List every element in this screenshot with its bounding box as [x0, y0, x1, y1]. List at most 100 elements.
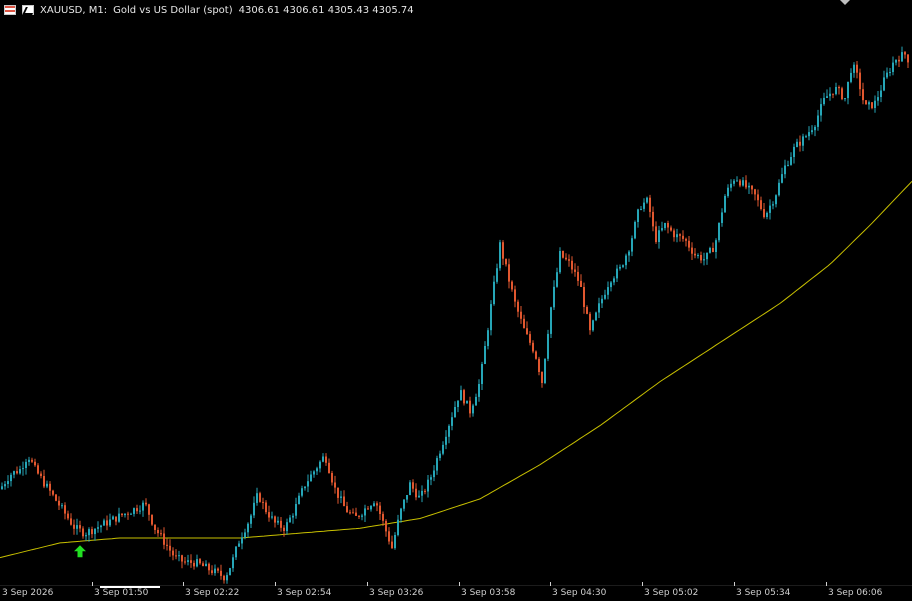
candle-body: [64, 505, 66, 514]
candle-body: [382, 513, 384, 521]
candle-body: [238, 543, 240, 547]
candle-body: [187, 560, 189, 562]
candle-body: [118, 513, 120, 522]
candle-body: [451, 417, 453, 426]
candle-body: [133, 508, 135, 514]
candle-body: [733, 180, 735, 184]
candle-body: [199, 559, 201, 564]
candle-body: [316, 468, 318, 472]
gold-icon[interactable]: [22, 5, 34, 15]
candle-body: [181, 555, 183, 562]
candle-body: [616, 268, 618, 279]
candle-body: [304, 486, 306, 489]
moving-average-layer: [0, 180, 912, 559]
candle-body: [634, 222, 636, 239]
candle-body: [394, 535, 396, 549]
time-label: 3 Sep 05:34: [736, 588, 791, 598]
candle-body: [502, 242, 504, 259]
candle-body: [259, 493, 261, 502]
candle-body: [268, 512, 270, 518]
candle-body: [751, 185, 753, 190]
candle-body: [880, 90, 882, 97]
candle-body: [748, 185, 750, 188]
buy-signal-arrow-icon[interactable]: [74, 545, 86, 558]
candle-body: [415, 488, 417, 498]
candle-body: [178, 555, 180, 557]
candle-body: [286, 522, 288, 532]
candle-body: [358, 515, 360, 517]
candle-body: [193, 562, 195, 567]
candle-body: [865, 100, 867, 105]
candle-body: [109, 519, 111, 526]
candle-body: [664, 223, 666, 229]
chart-shift-marker-icon[interactable]: [840, 0, 850, 5]
candle-body: [361, 515, 363, 517]
candle-body: [220, 570, 222, 576]
candle-body: [31, 459, 33, 462]
candle-body: [454, 407, 456, 418]
candle-body: [397, 519, 399, 535]
candle-body: [685, 238, 687, 241]
candle-body: [346, 506, 348, 513]
candle-body: [424, 490, 426, 492]
candle-body: [856, 64, 858, 73]
candle-body: [205, 563, 207, 567]
candle-body: [679, 234, 681, 236]
candle-body: [532, 342, 534, 352]
candle-body: [628, 251, 630, 256]
candle-body: [511, 281, 513, 290]
flag-icon[interactable]: [4, 5, 16, 15]
price-chart[interactable]: [0, 0, 912, 600]
candle-body: [868, 102, 870, 105]
candle-body: [805, 136, 807, 138]
time-label: 3 Sep 02:54: [277, 588, 332, 598]
candle-body: [652, 211, 654, 227]
candle-body: [775, 195, 777, 205]
time-label: 3 Sep 01:50: [94, 588, 149, 598]
candle-body: [166, 544, 168, 546]
candle-body: [373, 503, 375, 506]
candle-body: [388, 531, 390, 542]
candle-body: [223, 575, 225, 581]
candle-body: [247, 523, 249, 533]
candle-body: [673, 230, 675, 238]
candle-body: [676, 234, 678, 238]
candle-body: [802, 136, 804, 146]
candle-body: [292, 515, 294, 518]
candle-body: [811, 130, 813, 133]
candle-body: [706, 252, 708, 260]
candle-body: [274, 516, 276, 523]
candle-body: [403, 499, 405, 509]
signal-layer: [74, 545, 86, 558]
candle-body: [661, 228, 663, 231]
candle-body: [853, 64, 855, 73]
candle-body: [271, 516, 273, 518]
candle-body: [442, 444, 444, 454]
candle-body: [433, 470, 435, 478]
candle-body: [115, 516, 117, 522]
candle-body: [34, 461, 36, 466]
candle-body: [553, 286, 555, 308]
candle-body: [67, 513, 69, 519]
candle-body: [745, 180, 747, 188]
candle-body: [523, 318, 525, 329]
candle-body: [418, 495, 420, 498]
candle-body: [715, 240, 717, 252]
candle-body: [517, 301, 519, 312]
candle-body: [262, 501, 264, 503]
candle-body: [97, 527, 99, 529]
time-tick: [826, 582, 827, 586]
candle-body: [1, 486, 3, 490]
candle-body: [580, 280, 582, 287]
candle-body: [475, 396, 477, 406]
candle-body: [337, 487, 339, 498]
candle-body: [367, 508, 369, 510]
candle-body: [643, 202, 645, 209]
candle-body: [667, 223, 669, 228]
candle-body: [529, 334, 531, 343]
candle-body: [796, 141, 798, 147]
time-label: 3 Sep 04:30: [552, 588, 607, 598]
candle-body: [721, 212, 723, 223]
candle-body: [163, 533, 165, 545]
candle-body: [409, 482, 411, 495]
